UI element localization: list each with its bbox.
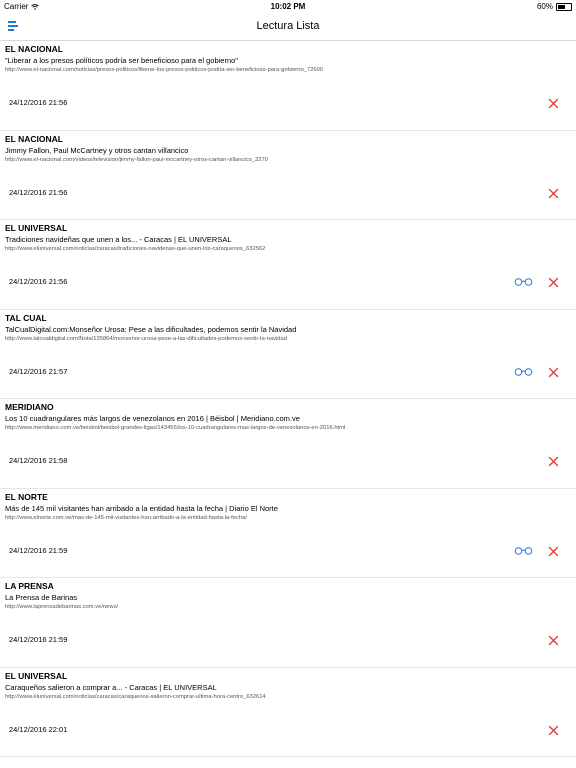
item-source: MERIDIANO <box>5 402 54 412</box>
glasses-icon[interactable] <box>514 367 533 376</box>
item-date: 24/12/2016 21:59 <box>9 635 68 644</box>
item-headline: Los 10 cuadrangulares más largos de vene… <box>5 414 300 423</box>
item-url: http://www.elnorte.com.ve/mas-de-145-mil… <box>5 514 247 521</box>
item-source: EL UNIVERSAL <box>5 670 68 681</box>
list-item[interactable]: EL NACIONAL "Liberar a los presos políti… <box>0 41 576 131</box>
close-icon[interactable] <box>548 456 559 467</box>
item-source: EL UNIVERSAL <box>5 223 68 233</box>
item-url: http://www.laprensadebarinas.com.ve/news… <box>5 604 119 610</box>
list-item[interactable]: EL NACIONAL Jimmy Fallon, Paul McCartney… <box>0 131 576 220</box>
reading-list: EL NACIONAL "Liberar a los presos políti… <box>0 41 576 757</box>
item-url: http://www.meridiano.com.ve/beisbol/beis… <box>5 425 346 431</box>
close-icon[interactable] <box>548 635 559 646</box>
glasses-icon[interactable] <box>514 278 533 286</box>
item-date: 24/12/2016 21:56 <box>9 277 68 286</box>
battery-icon <box>556 2 572 11</box>
item-url: http://www.eluniversal.com/noticias/cara… <box>5 246 266 252</box>
battery-percent: 60% <box>536 2 553 11</box>
item-source: TAL CUAL <box>5 312 47 323</box>
list-item[interactable]: MERIDIANO Los 10 cuadrangulares más larg… <box>0 399 576 489</box>
status-right: 60% <box>537 0 572 13</box>
list-item[interactable]: EL NORTE Más de 145 mil visitantes han a… <box>0 489 576 578</box>
list-item[interactable]: EL UNIVERSAL Tradiciones navideñas que u… <box>0 220 576 310</box>
item-url: http://www.eluniversal.com/noticias/cara… <box>5 693 266 700</box>
status-time: 10:02 PM <box>270 2 306 11</box>
page-title: Lectura Lista <box>256 20 320 32</box>
close-icon[interactable] <box>548 725 559 736</box>
list-item[interactable]: TAL CUAL TalCualDigital.com:Monseñor Uro… <box>0 310 576 399</box>
item-date: 24/12/2016 21:59 <box>9 545 68 555</box>
item-url: http://www.talcualdigital.com/Nota/13586… <box>5 335 287 342</box>
item-source: LA PRENSA <box>5 581 54 591</box>
item-headline: TalCualDigital.com:Monseñor Urosa: Pese … <box>5 324 297 334</box>
close-icon[interactable] <box>548 277 559 288</box>
item-headline: Más de 145 mil visitantes han arribado a… <box>5 503 278 513</box>
item-date: 24/12/2016 21:58 <box>9 456 68 465</box>
close-icon[interactable] <box>548 98 559 109</box>
item-source: EL NACIONAL <box>5 133 63 144</box>
item-url: http://www.el-nacional.com/noticias/pres… <box>5 67 324 73</box>
item-source: EL NACIONAL <box>5 44 63 54</box>
item-date: 24/12/2016 21:57 <box>9 366 68 376</box>
item-headline: Tradiciones navideñas que unen a los... … <box>5 235 232 244</box>
navigation-bar: Lectura Lista <box>0 13 576 41</box>
item-url: http://www.el-nacional.com/videos/televi… <box>5 156 268 163</box>
status-bar: Carrier 10:02 PM 60% <box>0 0 576 13</box>
list-item[interactable]: EL UNIVERSAL Caraqueños salieron a compr… <box>0 668 576 757</box>
battery-level <box>558 4 566 9</box>
item-date: 24/12/2016 21:56 <box>9 187 68 197</box>
item-headline: "Liberar a los presos políticos podría s… <box>5 56 238 65</box>
close-icon[interactable] <box>548 367 559 378</box>
item-date: 24/12/2016 22:01 <box>9 724 68 734</box>
glasses-icon[interactable] <box>514 546 533 555</box>
close-icon[interactable] <box>548 188 559 199</box>
item-headline: La Prensa de Barinas <box>5 593 78 602</box>
close-icon[interactable] <box>548 546 559 557</box>
item-source: EL NORTE <box>5 491 48 502</box>
item-date: 24/12/2016 21:56 <box>9 98 68 107</box>
item-headline: Jimmy Fallon, Paul McCartney y otros can… <box>5 145 189 155</box>
item-headline: Caraqueños salieron a comprar a... - Car… <box>5 682 217 692</box>
list-item[interactable]: LA PRENSA La Prensa de Barinas http://ww… <box>0 578 576 668</box>
